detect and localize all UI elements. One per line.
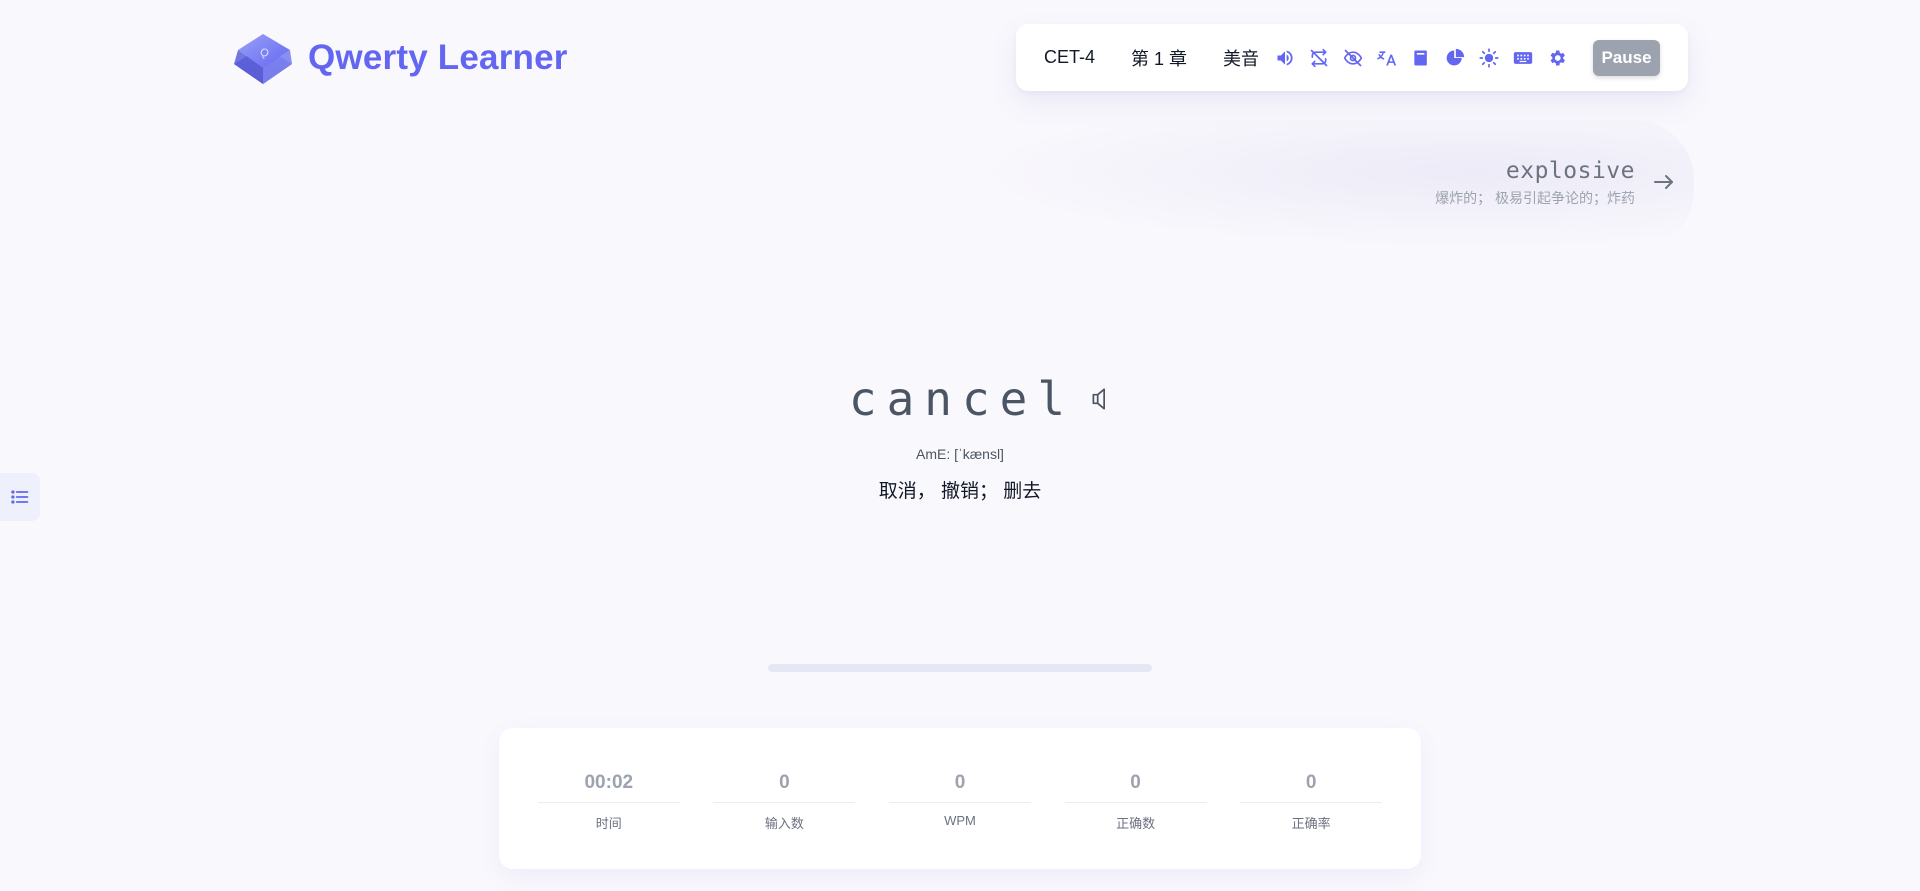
book-icon[interactable] [1411,47,1431,69]
keycap-logo-icon: Q [234,34,292,84]
arrow-right-icon[interactable] [1652,170,1676,194]
stat-label: WPM [944,813,976,828]
phonetic: AmE: [ˈkænsl] [916,446,1004,462]
pronunciation-selector[interactable]: 美音 [1223,45,1259,71]
stat-label: 正确数 [1116,816,1156,831]
translate-icon[interactable] [1377,47,1397,69]
stat-value: 00:02 [537,772,680,803]
stats-panel: 00:02 时间 0 输入数 0 WPM 0 正确数 0 正确率 [499,728,1421,869]
stat-value: 0 [888,772,1031,803]
speaker-icon[interactable] [1275,47,1295,69]
stat-value: 0 [1064,772,1207,803]
stat-value: 0 [713,772,856,803]
brand[interactable]: Q Qwerty Learner [230,28,568,88]
next-word-text: explosive [1505,158,1635,184]
current-word-area: cancel AmE: [ˈkænsl] 取消， 撤销； 删去 [0,372,1920,503]
dictionary-selector[interactable]: CET-4 [1044,47,1095,68]
stat-value: 0 [1240,772,1383,803]
word-line: cancel [849,372,1115,426]
next-word-preview[interactable]: explosive 爆炸的； 极易引起争论的；炸药 [1435,158,1635,208]
chapter-progress-bar [768,664,1152,672]
word-translation: 取消， 撤销； 删去 [878,481,1042,502]
stat-accuracy: 0 正确率 [1240,728,1383,869]
stat-wpm: 0 WPM [888,728,1031,869]
stat-label: 正确率 [1291,816,1331,831]
pause-button[interactable]: Pause [1593,39,1660,76]
gear-icon[interactable] [1547,47,1567,69]
stat-time: 00:02 时间 [537,728,680,869]
hide-icon[interactable] [1343,47,1363,69]
loop-icon[interactable] [1309,47,1329,69]
sun-icon[interactable] [1479,47,1499,69]
app-title: Qwerty Learner [308,38,568,77]
stat-label: 输入数 [764,816,804,831]
chart-pie-icon[interactable] [1445,47,1465,69]
chapter-selector[interactable]: 第 1 章 [1131,45,1187,71]
current-word: cancel [848,372,1076,426]
stat-correct-count: 0 正确数 [1064,728,1207,869]
toolbar: CET-4 第 1 章 美音 Pause [1016,24,1688,91]
next-word-translation: 爆炸的； 极易引起争论的；炸药 [1435,190,1635,206]
volume-icon[interactable] [1089,385,1115,413]
app-page: Q Qwerty Learner CET-4 第 1 章 美音 Pause ex… [0,0,1920,891]
keyboard-icon[interactable] [1513,47,1533,69]
stat-input-count: 0 输入数 [713,728,856,869]
stat-label: 时间 [595,816,622,831]
